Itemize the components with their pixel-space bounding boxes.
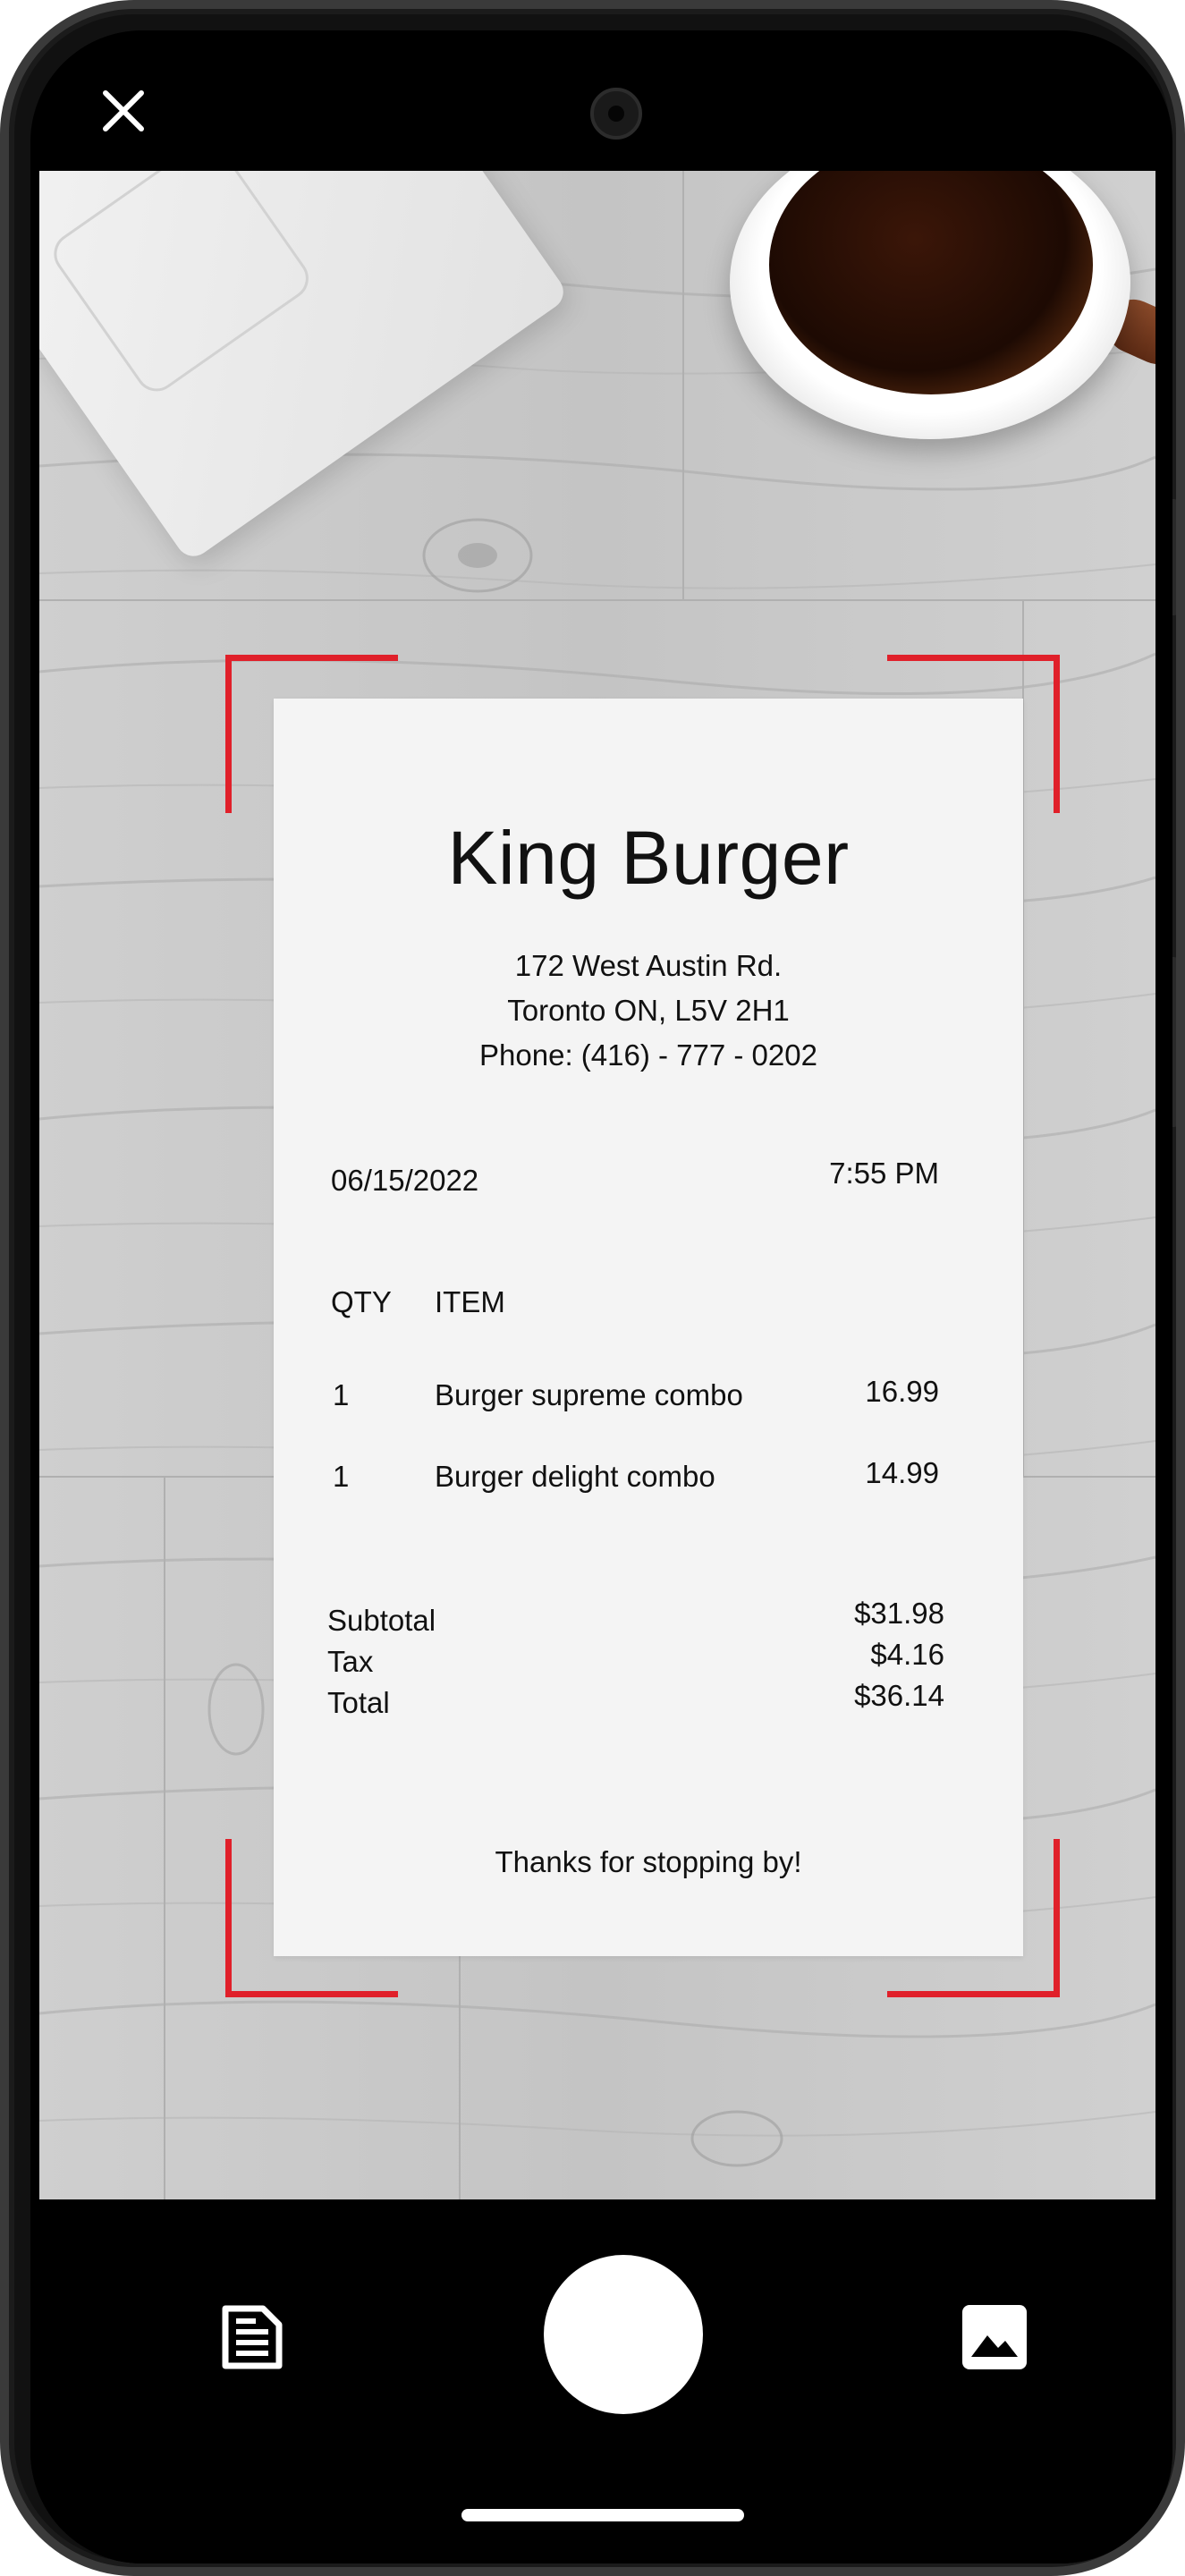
total-label: Total <box>327 1686 390 1719</box>
coffee-cup <box>730 171 1155 439</box>
tax-value: $4.16 <box>870 1638 944 1671</box>
store-name: King Burger <box>447 816 850 900</box>
tax-label: Tax <box>327 1645 374 1678</box>
subtotal-label: Subtotal <box>327 1604 436 1637</box>
camera-viewfinder: King Burger 172 West Austin Rd. Toronto … <box>39 171 1155 2199</box>
column-header-item: ITEM <box>435 1285 505 1318</box>
gallery-button[interactable] <box>961 2303 1028 2371</box>
receipt-date: 06/15/2022 <box>331 1164 479 1197</box>
close-button[interactable] <box>93 80 154 141</box>
total-value: $36.14 <box>854 1679 944 1712</box>
subtotal-value: $31.98 <box>854 1597 944 1630</box>
front-camera <box>590 88 642 140</box>
line-item-price: 14.99 <box>865 1456 939 1489</box>
camera-controls-bar <box>30 2199 1172 2563</box>
line-item-name: Burger delight combo <box>435 1460 715 1493</box>
image-gallery-icon <box>962 2305 1027 2369</box>
home-indicator[interactable] <box>461 2509 744 2521</box>
camera-screen: King Burger 172 West Austin Rd. Toronto … <box>30 30 1172 2563</box>
document-icon <box>222 2305 283 2369</box>
address-line-2: Toronto ON, L5V 2H1 <box>507 994 790 1027</box>
line-item-name: Burger supreme combo <box>435 1378 743 1411</box>
scan-frame-corner-bottom-left <box>225 1839 398 1997</box>
receipt-time: 7:55 PM <box>829 1157 939 1190</box>
line-item-price: 16.99 <box>865 1375 939 1408</box>
receipt: King Burger 172 West Austin Rd. Toronto … <box>274 699 1023 1956</box>
column-header-qty: QTY <box>331 1285 392 1318</box>
phone-frame: King Burger 172 West Austin Rd. Toronto … <box>0 0 1185 2576</box>
scan-frame-corner-bottom-right <box>887 1839 1060 1997</box>
scan-frame-corner-top-right <box>887 655 1060 813</box>
line-item-qty: 1 <box>333 1460 350 1493</box>
address-line-1: 172 West Austin Rd. <box>514 949 783 982</box>
line-item-qty: 1 <box>333 1378 350 1411</box>
document-mode-button[interactable] <box>216 2301 288 2373</box>
shutter-button[interactable] <box>544 2255 703 2414</box>
close-icon <box>103 90 144 131</box>
laptop-trackpad <box>46 171 317 400</box>
store-phone: Phone: (416) - 777 - 0202 <box>479 1038 817 1072</box>
scan-frame-corner-top-left <box>225 655 398 813</box>
